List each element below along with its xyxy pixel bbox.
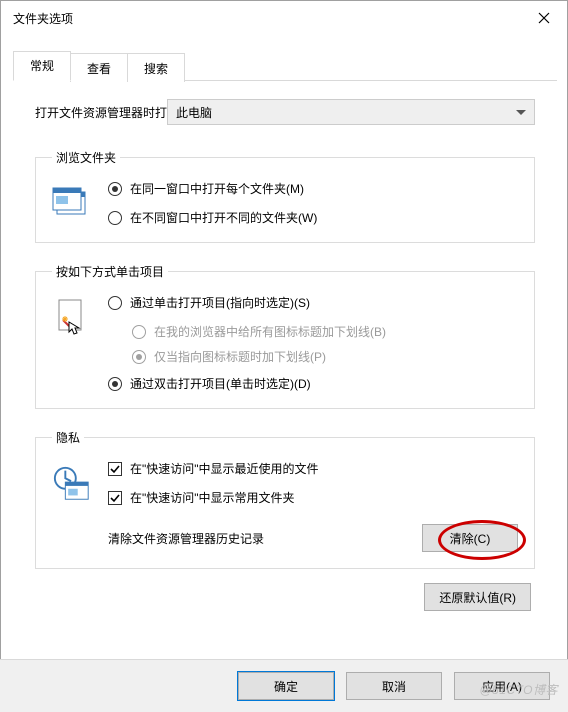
watermark: @51CTO博客	[479, 681, 558, 698]
radio-underline-all: 在我的浏览器中给所有图标标题加下划线(B)	[132, 323, 518, 340]
tab-search[interactable]: 搜索	[127, 53, 185, 82]
group-browse-legend: 浏览文件夹	[52, 149, 120, 166]
checkbox-icon	[108, 491, 122, 505]
privacy-icon	[52, 464, 92, 504]
radio-icon	[108, 296, 122, 310]
close-icon	[538, 12, 550, 24]
tab-strip-area: 常规 查看 搜索 打开文件资源管理器时打 此电脑 浏览文件夹	[1, 35, 567, 611]
ok-button[interactable]: 确定	[238, 672, 334, 700]
group-privacy-legend: 隐私	[52, 429, 84, 446]
open-with-value: 此电脑	[176, 104, 212, 121]
cancel-button[interactable]: 取消	[346, 672, 442, 700]
close-button[interactable]	[521, 1, 567, 35]
check-show-recent[interactable]: 在"快速访问"中显示最近使用的文件	[108, 460, 518, 477]
radio-underline-point: 仅当指向图标标题时加下划线(P)	[132, 348, 518, 365]
radio-same-window[interactable]: 在同一窗口中打开每个文件夹(M)	[108, 180, 518, 197]
tab-strip: 常规 查看 搜索	[13, 51, 557, 81]
radio-icon	[108, 377, 122, 391]
group-privacy: 隐私 在"快速访问"中显示最近使用的文件	[35, 429, 535, 569]
radio-double-click[interactable]: 通过双击打开项目(单击时选定)(D)	[108, 375, 518, 392]
radio-icon	[108, 211, 122, 225]
window-title: 文件夹选项	[13, 10, 73, 27]
open-with-label: 打开文件资源管理器时打	[35, 104, 167, 121]
radio-icon	[132, 325, 146, 339]
checkbox-icon	[108, 462, 122, 476]
radio-icon	[132, 350, 146, 364]
check-show-frequent[interactable]: 在"快速访问"中显示常用文件夹	[108, 489, 518, 506]
tab-general[interactable]: 常规	[13, 51, 71, 81]
chevron-down-icon	[516, 105, 526, 119]
browse-folders-icon	[52, 184, 92, 224]
click-items-icon	[52, 298, 92, 338]
title-bar: 文件夹选项	[1, 1, 567, 35]
clear-history-label: 清除文件资源管理器历史记录	[108, 530, 264, 547]
open-with-row: 打开文件资源管理器时打 此电脑	[35, 99, 535, 125]
group-click-items: 按如下方式单击项目 通过单击打开项目(指向时选定)(S)	[35, 263, 535, 409]
clear-history-button[interactable]: 清除(C)	[422, 524, 518, 552]
restore-defaults-button[interactable]: 还原默认值(R)	[424, 583, 531, 611]
tab-panel-general: 打开文件资源管理器时打 此电脑 浏览文件夹	[13, 81, 557, 611]
open-with-combo[interactable]: 此电脑	[167, 99, 535, 125]
tab-view[interactable]: 查看	[70, 53, 128, 82]
radio-single-click[interactable]: 通过单击打开项目(指向时选定)(S)	[108, 294, 518, 311]
radio-new-window[interactable]: 在不同窗口中打开不同的文件夹(W)	[108, 209, 518, 226]
radio-icon	[108, 182, 122, 196]
group-click-legend: 按如下方式单击项目	[52, 263, 168, 280]
group-browse-folders: 浏览文件夹 在同一窗口中打开每个文件夹(M)	[35, 149, 535, 243]
